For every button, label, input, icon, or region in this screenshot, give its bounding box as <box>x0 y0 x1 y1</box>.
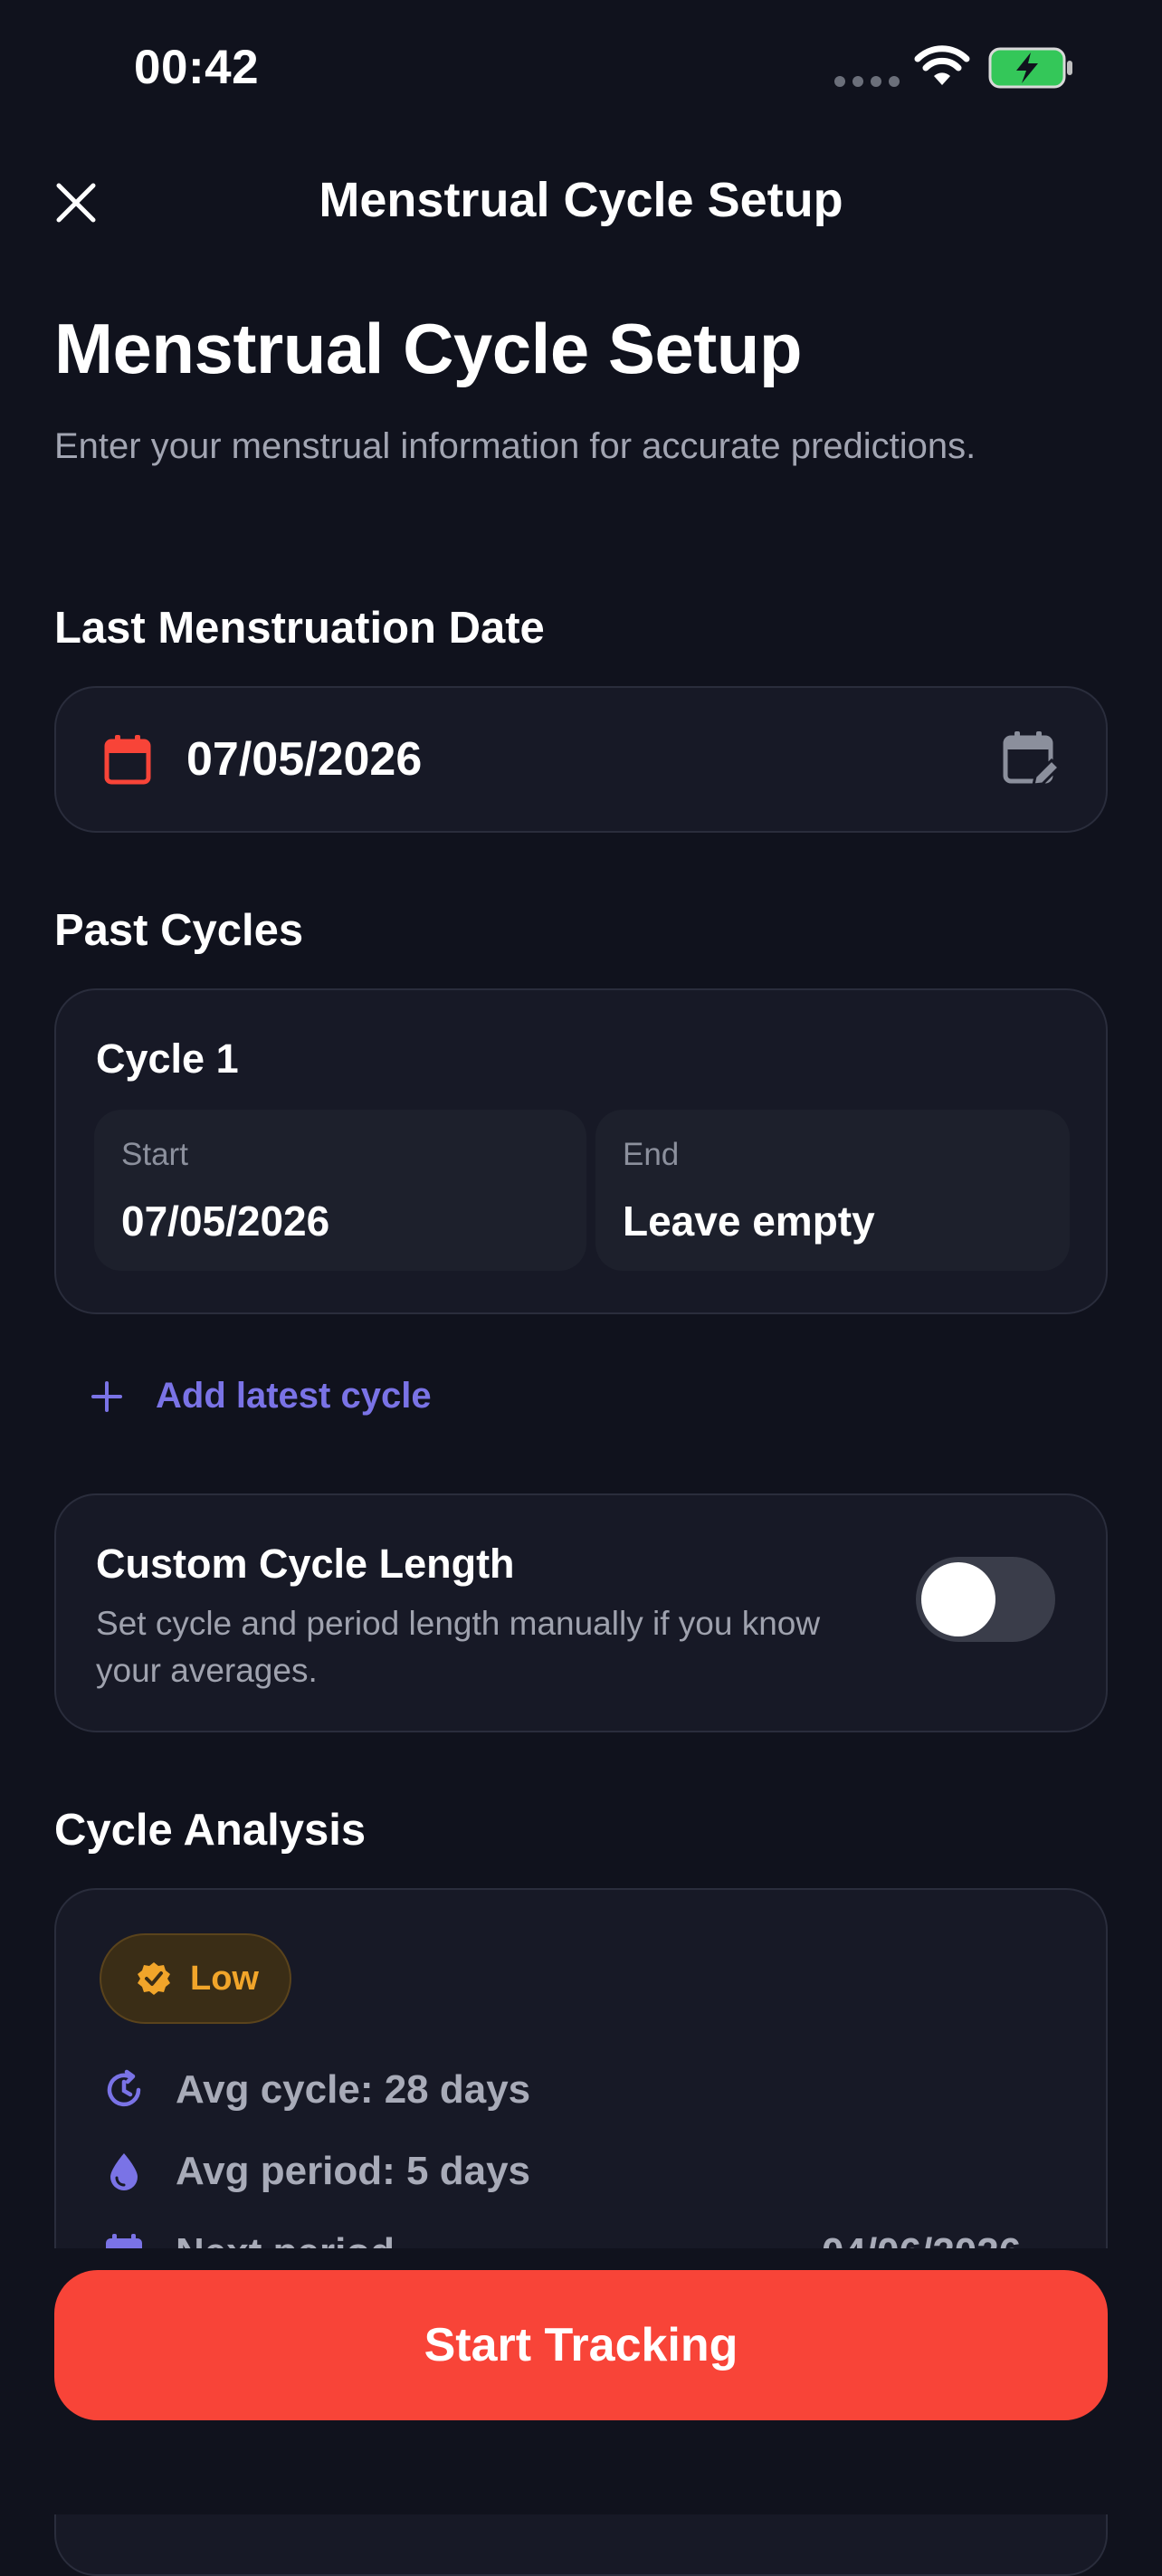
avg-cycle-stat: Avg cycle: 28 days <box>103 2067 530 2113</box>
past-cycles-label: Past Cycles <box>54 906 304 955</box>
cycle-title: Cycle 1 <box>96 1035 239 1082</box>
page-title: Menstrual Cycle Setup <box>54 309 803 388</box>
add-cycle-button[interactable]: Add latest cycle <box>90 1376 432 1417</box>
cycle-start-field[interactable]: Start 07/05/2026 <box>94 1110 586 1271</box>
custom-cycle-toggle[interactable] <box>916 1557 1055 1642</box>
cycle-analysis-label: Cycle Analysis <box>54 1806 367 1855</box>
cellular-signal-icon <box>834 76 900 87</box>
start-tracking-button[interactable]: Start Tracking <box>54 2270 1108 2420</box>
last-date-value: 07/05/2026 <box>186 733 423 786</box>
calendar-icon <box>104 735 151 785</box>
toggle-knob <box>921 1562 995 1636</box>
drop-icon <box>110 2153 138 2190</box>
page-subtitle: Enter your menstrual information for acc… <box>54 426 976 466</box>
avg-cycle-value: Avg cycle: 28 days <box>176 2067 531 2112</box>
cycle-start-label: Start <box>121 1137 188 1172</box>
battery-charging-icon <box>988 47 1075 93</box>
confidence-badge: Low <box>100 1933 291 2024</box>
plus-icon <box>91 1380 122 1412</box>
status-time: 00:42 <box>134 41 260 94</box>
cycle-end-value: Leave empty <box>623 1197 875 1245</box>
verified-badge-icon <box>138 1962 170 1995</box>
nav-title: Menstrual Cycle Setup <box>319 173 843 227</box>
avg-period-stat: Avg period: 5 days <box>103 2149 530 2194</box>
custom-cycle-title: Custom Cycle Length <box>96 1541 515 1587</box>
cycle-end-label: End <box>623 1137 680 1172</box>
calendar-edit-icon[interactable] <box>1003 730 1061 789</box>
custom-cycle-card: Custom Cycle Length Set cycle and period… <box>54 1493 1108 1732</box>
custom-cycle-description: Set cycle and period length manually if … <box>96 1605 821 1689</box>
add-cycle-label: Add latest cycle <box>156 1376 432 1416</box>
cycle-card: Cycle 1 Start 07/05/2026 End Leave empty <box>54 988 1108 1314</box>
cycle-history-icon <box>107 2069 141 2107</box>
confidence-badge-label: Low <box>190 1959 259 1998</box>
last-date-label: Last Menstruation Date <box>54 604 545 653</box>
last-date-field[interactable]: 07/05/2026 <box>54 686 1108 833</box>
wifi-icon <box>914 45 970 91</box>
cycle-end-field[interactable]: End Leave empty <box>595 1110 1070 1271</box>
cycle-start-value: 07/05/2026 <box>121 1197 330 1245</box>
avg-period-value: Avg period: 5 days <box>176 2149 531 2193</box>
